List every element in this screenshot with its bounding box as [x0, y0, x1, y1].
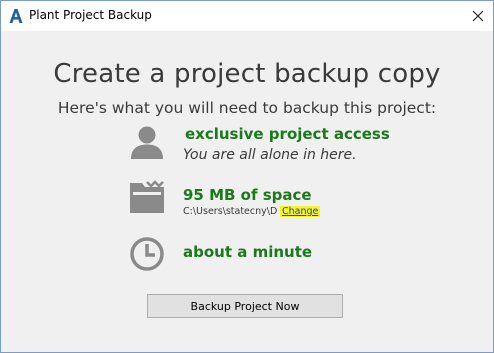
title-bar: Plant Project Backup	[1, 1, 493, 31]
user-silhouette-icon	[128, 123, 166, 161]
app-logo-icon	[9, 8, 23, 24]
close-icon	[472, 10, 484, 22]
access-requirement-subtitle: You are all alone in here.	[183, 147, 357, 163]
page-subtitle: Here's what you will need to backup this…	[57, 99, 437, 117]
backup-project-button[interactable]: Backup Project Now	[147, 294, 343, 318]
access-requirement-title: exclusive project access	[185, 125, 390, 143]
dialog-content: Create a project backup copy Here's what…	[1, 31, 493, 352]
backup-path: C:\Users\statecny\D	[183, 206, 278, 217]
close-button[interactable]	[463, 1, 493, 31]
clock-icon	[128, 235, 166, 273]
change-path-link[interactable]: Change	[280, 206, 321, 217]
page-title: Create a project backup copy	[53, 59, 441, 89]
folder-icon	[128, 179, 166, 217]
backup-dialog: Plant Project Backup Create a project ba…	[0, 0, 494, 353]
time-requirement-title: about a minute	[183, 243, 313, 261]
space-requirement-title: 95 MB of space	[183, 186, 312, 204]
window-title: Plant Project Backup	[29, 8, 152, 22]
